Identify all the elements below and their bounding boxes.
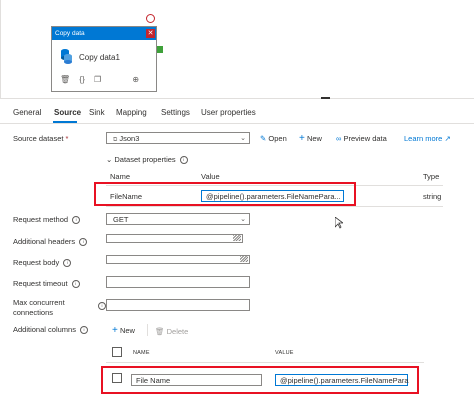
cols-header-divider — [106, 362, 424, 363]
canvas-divider — [0, 98, 474, 99]
close-icon[interactable]: ✕ — [146, 29, 155, 38]
pipeline-canvas[interactable]: Copy data ✕ Copy data1 🗑 {} ❐ ⊕ — [0, 0, 474, 98]
request-timeout-label: Request timeout i — [13, 279, 80, 288]
info-icon: i — [63, 259, 72, 267]
error-status-icon — [146, 14, 155, 23]
delete-label: Delete — [166, 327, 189, 336]
select-all-checkbox[interactable] — [112, 347, 122, 357]
glasses-icon: ∞ — [336, 134, 342, 143]
resize-grip-icon[interactable] — [233, 235, 241, 241]
dataset-icon: ⧉ — [113, 137, 118, 143]
request-body-text: Request body — [13, 258, 60, 267]
activity-type-label: Copy data — [55, 30, 85, 37]
additional-headers-label: Additional headers i — [13, 237, 88, 246]
tab-source[interactable]: Source — [54, 108, 81, 117]
external-link-icon: ↗ — [444, 134, 451, 143]
dataset-name: Json3 — [119, 134, 140, 143]
add-column-button[interactable]: + New — [112, 325, 135, 336]
additional-columns-text: Additional columns — [13, 325, 76, 334]
request-method-text: Request method — [13, 215, 69, 224]
info-icon: i — [98, 302, 106, 310]
resize-grip-icon[interactable] — [240, 256, 248, 262]
info-icon: i — [71, 280, 80, 288]
tab-settings[interactable]: Settings — [161, 108, 190, 117]
delete-icon[interactable]: 🗑 — [60, 75, 70, 84]
max-concurrent-label-line1: Max concurrent — [13, 298, 65, 307]
cols-header-value: VALUE — [275, 350, 294, 356]
dataset-properties-label: Dataset properties — [114, 155, 176, 164]
request-body-label: Request body i — [13, 258, 72, 267]
delete-column-button[interactable]: 🗑 Delete — [155, 327, 188, 336]
tab-general[interactable]: General — [13, 108, 41, 117]
props-col-type: Type — [423, 172, 440, 181]
request-body-textarea[interactable] — [106, 255, 250, 264]
new-dataset-button[interactable]: + New — [299, 133, 322, 144]
info-icon: i — [79, 238, 88, 246]
chevron-down-icon: ⌄ — [240, 216, 246, 223]
info-icon: i — [72, 216, 81, 224]
info-icon: i — [80, 326, 89, 334]
request-timeout-text: Request timeout — [13, 279, 68, 288]
tab-mapping[interactable]: Mapping — [116, 108, 147, 117]
additional-columns-label: Additional columns i — [13, 325, 89, 334]
request-timeout-input[interactable] — [106, 276, 250, 288]
additional-headers-textarea[interactable] — [106, 234, 243, 243]
info-icon: i — [179, 156, 188, 164]
plus-icon: + — [299, 133, 305, 144]
cursor-icon — [335, 217, 343, 229]
chevron-down-icon: ⌄ — [106, 155, 113, 164]
canvas-left-border — [0, 0, 1, 98]
pencil-icon: ✎ — [260, 134, 267, 143]
copy-data-icon — [61, 49, 72, 64]
dataset-properties-toggle[interactable]: ⌄ Dataset properties i — [106, 155, 188, 164]
highlight-box-dataset-param — [94, 182, 356, 206]
copy-data-activity[interactable]: Copy data ✕ Copy data1 🗑 {} ❐ ⊕ — [51, 26, 157, 92]
request-method-value: GET — [113, 215, 129, 224]
required-mark: * — [65, 134, 69, 143]
activity-name: Copy data1 — [79, 53, 120, 62]
panel-resize-handle[interactable] — [321, 97, 330, 99]
tab-user-properties[interactable]: User properties — [201, 108, 256, 117]
tab-sink[interactable]: Sink — [89, 108, 105, 117]
props-row-divider — [106, 206, 443, 207]
add-new-label: New — [119, 326, 135, 335]
new-label: New — [306, 134, 322, 143]
chevron-down-icon: ⌄ — [240, 135, 246, 142]
plus-icon: + — [112, 325, 118, 336]
open-button[interactable]: ✎ Open — [260, 134, 287, 143]
activity-toolbar: 🗑 {} ❐ ⊕ — [60, 75, 146, 84]
tabs-divider — [0, 123, 474, 124]
additional-headers-text: Additional headers — [13, 237, 76, 246]
highlight-box-additional-column — [101, 366, 419, 394]
props-row-type: string — [423, 192, 442, 201]
learn-more-link[interactable]: Learn more ↗ — [404, 134, 451, 143]
max-concurrent-input[interactable] — [106, 299, 250, 311]
success-output-port[interactable] — [157, 46, 163, 53]
activity-header: Copy data ✕ — [52, 27, 156, 40]
learn-more-text: Learn more — [404, 134, 443, 143]
source-dataset-label: Source dataset * — [13, 134, 68, 143]
max-concurrent-label-line2: connections — [13, 308, 54, 317]
source-dataset-select[interactable]: ⧉ Json3 ⌄ — [106, 132, 250, 144]
preview-label: Preview data — [343, 134, 387, 143]
copy-icon[interactable]: ❐ — [94, 75, 101, 84]
toolbar-separator — [147, 324, 148, 336]
source-dataset-value: ⧉ Json3 — [113, 134, 139, 144]
props-col-name: Name — [110, 172, 131, 181]
preview-data-button[interactable]: ∞ Preview data — [336, 134, 387, 143]
props-col-value: Value — [201, 172, 220, 181]
code-icon[interactable]: {} — [79, 75, 84, 84]
request-method-select[interactable]: GET ⌄ — [106, 213, 250, 225]
request-method-label: Request method i — [13, 215, 81, 224]
cols-header-name: NAME — [133, 350, 150, 356]
delete-icon: 🗑 — [155, 327, 165, 336]
open-label: Open — [268, 134, 287, 143]
source-dataset-label-text: Source dataset — [13, 134, 64, 143]
add-output-icon[interactable]: ⊕ — [132, 75, 139, 84]
